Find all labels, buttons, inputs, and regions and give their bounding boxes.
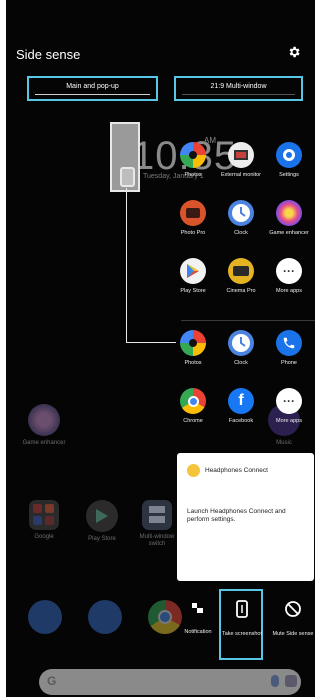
tool-label: Take screenshot <box>221 631 263 637</box>
more-icon: ··· <box>276 258 302 284</box>
app-label: Game enhancer <box>269 230 309 236</box>
menu-app-photos-2[interactable]: Photos <box>169 330 217 367</box>
mute-icon <box>285 601 301 617</box>
app-label: Photos <box>184 172 202 178</box>
game-enhancer-icon <box>276 200 302 226</box>
mute-side-sense-button[interactable]: Mute Side sense <box>271 600 315 638</box>
bg-app-game-enhancer: Game enhancer <box>14 404 74 447</box>
tab-multi-window[interactable]: 21:9 Multi-window <box>174 76 303 101</box>
notification-button[interactable]: Notification <box>176 600 220 636</box>
clock-icon <box>228 200 254 226</box>
app-label: More apps <box>276 418 302 424</box>
headphones-connect-icon <box>187 464 200 477</box>
game-enhancer-icon <box>28 404 60 436</box>
google-folder-icon <box>29 500 59 530</box>
menu-app-more-apps[interactable]: ··· More apps <box>265 258 313 295</box>
tool-label: Notification <box>184 629 212 635</box>
bg-app-play-store: Play Store <box>72 500 132 543</box>
popup-card-headphones-connect[interactable]: Headphones Connect Launch Headphones Con… <box>177 453 314 581</box>
app-label: Chrome <box>183 418 203 424</box>
app-label: Facebook <box>228 418 254 424</box>
chrome-icon <box>180 388 206 414</box>
menu-app-more-apps-2[interactable]: ··· More apps <box>265 388 313 425</box>
bg-app-label: Music <box>276 440 292 446</box>
menu-app-chrome[interactable]: Chrome <box>169 388 217 425</box>
app-label: Settings <box>279 172 299 178</box>
menu-app-settings[interactable]: Settings <box>265 142 313 179</box>
page-title: Side sense <box>16 47 81 62</box>
google-search-bar[interactable]: G <box>39 669 301 695</box>
app-label: Photo Pro <box>180 230 206 236</box>
google-g-icon: G <box>47 674 57 688</box>
app-label: External monitor <box>220 172 262 178</box>
clock-icon <box>228 330 254 356</box>
screenshot-icon <box>236 600 248 618</box>
app-label: Phone <box>281 360 297 366</box>
phone-icon <box>276 330 302 356</box>
notification-icon <box>192 603 203 613</box>
bg-app-label: Game enhancer <box>22 440 66 446</box>
menu-app-facebook[interactable]: f Facebook <box>217 388 265 425</box>
menu-app-clock[interactable]: Clock <box>217 200 265 237</box>
photos-icon <box>180 330 206 356</box>
tool-label: Mute Side sense <box>272 631 314 637</box>
menu-divider <box>181 320 315 321</box>
facebook-icon: f <box>228 388 254 414</box>
play-store-icon <box>180 258 206 284</box>
multi-window-icon <box>142 500 172 530</box>
menu-app-external-monitor[interactable]: External monitor <box>217 142 265 179</box>
photo-pro-icon <box>180 200 206 226</box>
phone-screen: 10:35 AM Tuesday, January 1 Game enhance… <box>6 0 315 697</box>
popup-title: Headphones Connect <box>205 467 268 474</box>
menu-app-game-enhancer[interactable]: Game enhancer <box>265 200 313 237</box>
bg-app-label: Multi-window switch <box>139 534 175 547</box>
gear-icon[interactable] <box>287 45 301 59</box>
app-label: More apps <box>276 288 302 294</box>
tab-label: Main and pop-up <box>35 83 150 95</box>
menu-app-photo-pro[interactable]: Photo Pro <box>169 200 217 237</box>
app-label: Photos <box>184 360 202 366</box>
mic-icon[interactable] <box>271 675 279 687</box>
more-icon: ··· <box>276 388 302 414</box>
app-label: Clock <box>234 360 248 366</box>
menu-app-phone[interactable]: Phone <box>265 330 313 367</box>
popup-text: Launch Headphones Connect and perform se… <box>187 508 286 523</box>
app-label: Clock <box>234 230 248 236</box>
dock-phone-icon <box>28 600 62 634</box>
menu-app-cinema-pro[interactable]: Cinema Pro <box>217 258 265 295</box>
menu-app-photos[interactable]: Photos <box>169 142 217 179</box>
tab-main-and-popup[interactable]: Main and pop-up <box>27 76 158 101</box>
lens-icon[interactable] <box>285 675 297 687</box>
take-screenshot-button[interactable]: Take screenshot <box>220 600 264 638</box>
side-sense-bar-handle[interactable] <box>120 167 135 187</box>
menu-app-play-store[interactable]: Play Store <box>169 258 217 295</box>
app-label: Play Store <box>180 288 206 294</box>
app-label: Cinema Pro <box>226 288 256 294</box>
external-monitor-icon <box>228 142 254 168</box>
tab-label: 21:9 Multi-window <box>182 83 295 95</box>
bg-app-multi-window: Multi-window switch <box>132 500 182 548</box>
cinema-pro-icon <box>228 258 254 284</box>
bg-app-label: Google <box>34 534 54 540</box>
photos-icon <box>180 142 206 168</box>
bg-app-google: Google <box>14 500 74 541</box>
bg-app-label: Play Store <box>88 536 116 542</box>
dock-messages-icon <box>88 600 122 634</box>
settings-icon <box>276 142 302 168</box>
play-store-icon <box>86 500 118 532</box>
menu-app-clock-2[interactable]: Clock <box>217 330 265 367</box>
